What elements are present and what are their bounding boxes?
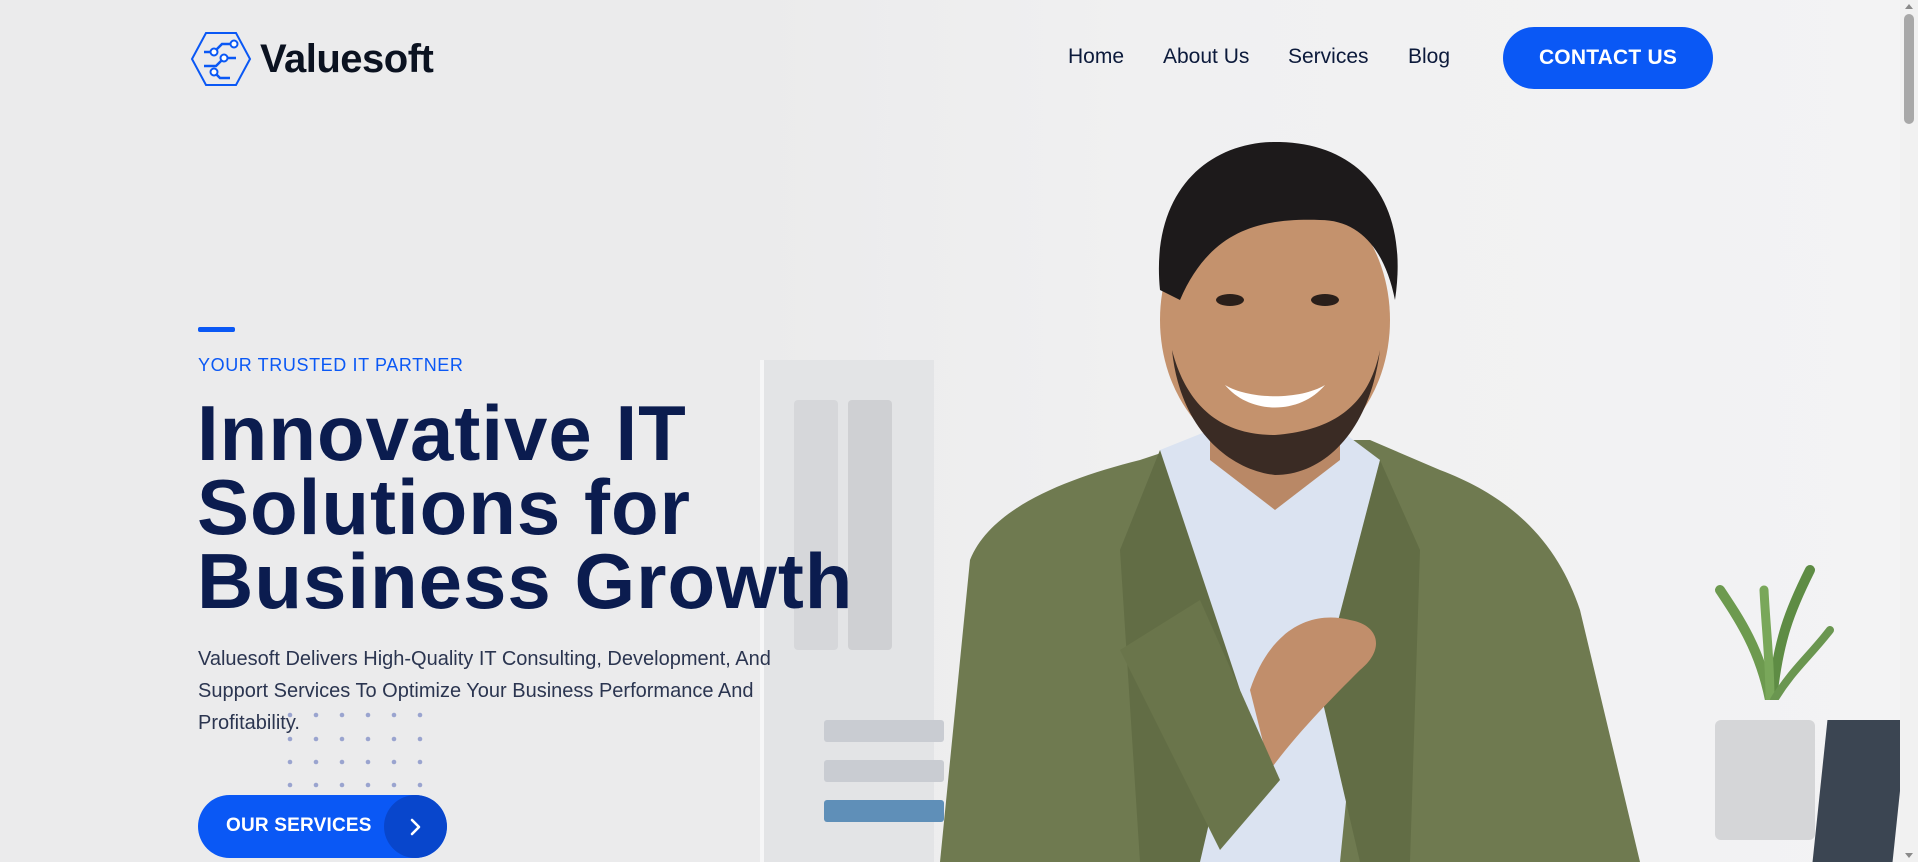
nav-blog[interactable]: Blog — [1408, 45, 1450, 69]
our-services-label: OUR SERVICES — [226, 815, 372, 836]
our-services-button[interactable]: OUR SERVICES — [198, 795, 447, 858]
tray — [824, 800, 944, 822]
eyebrow-accent-bar — [198, 327, 235, 332]
headline-line: Solutions for — [197, 463, 691, 551]
plant-leaves — [1715, 565, 1834, 700]
brand-logo[interactable]: Valuesoft — [190, 30, 434, 88]
logo-mark-icon — [190, 32, 252, 86]
dot-grid-icon — [287, 712, 423, 788]
page-scrollbar[interactable] — [1900, 0, 1918, 862]
scroll-down-arrow-icon[interactable] — [1905, 853, 1913, 858]
tray — [824, 720, 944, 742]
scroll-thumb[interactable] — [1904, 14, 1914, 124]
nav-about-us[interactable]: About Us — [1163, 45, 1249, 69]
scroll-up-arrow-icon[interactable] — [1905, 4, 1913, 9]
plant-pot — [1715, 720, 1815, 840]
laptop — [1812, 720, 1900, 862]
nav-home[interactable]: Home — [1068, 45, 1124, 69]
brand-name: Valuesoft — [260, 36, 434, 81]
headline-line: Innovative IT — [197, 389, 687, 477]
nav-services[interactable]: Services — [1288, 45, 1369, 69]
chevron-right-icon — [384, 795, 447, 858]
tray — [824, 760, 944, 782]
hero-eyebrow: YOUR TRUSTED IT PARTNER — [198, 355, 464, 375]
contact-us-button[interactable]: CONTACT US — [1503, 27, 1713, 89]
hero-person-image — [940, 141, 1640, 862]
headline-line: Business Growth — [197, 537, 854, 625]
hero-headline: Innovative IT Solutions for Business Gro… — [197, 389, 997, 625]
